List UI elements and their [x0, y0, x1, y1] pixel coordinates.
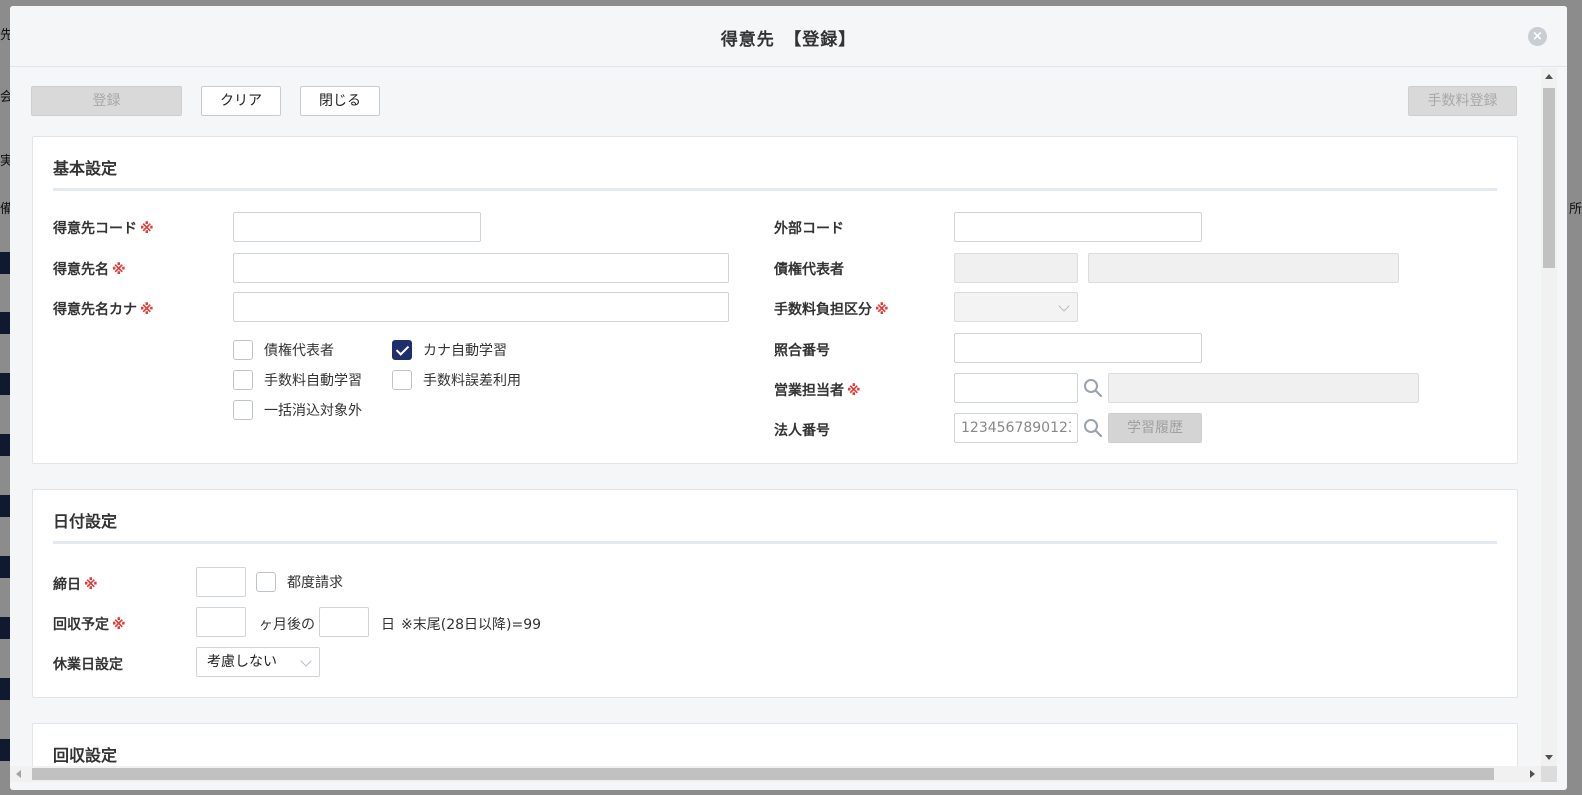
- per-invoice-checkbox[interactable]: 都度請求: [256, 572, 343, 592]
- section-divider: [53, 188, 1497, 191]
- close-icon[interactable]: ×: [1528, 27, 1547, 46]
- scroll-thumb[interactable]: [1543, 88, 1555, 268]
- section-title: 基本設定: [53, 159, 118, 178]
- claim-rep-name-field: [1088, 253, 1399, 283]
- vertical-scrollbar[interactable]: [1541, 68, 1557, 766]
- months-after-text: ヶ月後の: [259, 617, 315, 633]
- chevron-down-icon: [300, 655, 312, 667]
- matching-no-input[interactable]: [954, 333, 1202, 363]
- register-button[interactable]: 登録: [31, 86, 182, 116]
- customer-code-input[interactable]: [233, 212, 481, 242]
- section-divider: [53, 541, 1497, 544]
- checkbox-box[interactable]: [233, 370, 253, 390]
- fee-auto-checkbox[interactable]: 手数料自動学習: [233, 370, 362, 390]
- search-icon[interactable]: [1083, 378, 1103, 398]
- checkbox-box[interactable]: [233, 340, 253, 360]
- closing-day-label: 締日 ※: [53, 577, 98, 593]
- modal-body: 登録 クリア 閉じる 手数料登録 基本設定 得意先コード ※ 得意先名 ※ 得意先名…: [10, 68, 1541, 766]
- modal-header: 得意先 【登録】 ×: [10, 6, 1567, 67]
- scrollbar-corner: [1541, 766, 1557, 782]
- required-mark: ※: [140, 221, 154, 237]
- scroll-thumb[interactable]: [32, 768, 1494, 780]
- kana-auto-checkbox[interactable]: カナ自動学習: [392, 340, 507, 360]
- checkbox-box[interactable]: [256, 572, 276, 592]
- customer-kana-label: 得意先名カナ ※: [53, 302, 154, 318]
- claim-rep-label: 債権代表者: [774, 262, 844, 278]
- scroll-right-icon[interactable]: [1530, 770, 1535, 778]
- customer-code-label: 得意先コード ※: [53, 221, 154, 237]
- holiday-setting-label: 休業日設定: [53, 657, 123, 673]
- corp-no-input[interactable]: [954, 413, 1078, 443]
- collection-settings-panel: 回収設定: [32, 723, 1518, 766]
- checkbox-checked[interactable]: [392, 340, 412, 360]
- sales-rep-name-field: [1108, 373, 1419, 403]
- date-settings-panel: 日付設定 締日 ※ 都度請求 回収予定 ※ ヶ月後の 日 ※末尾(28日以降)=99…: [32, 489, 1518, 698]
- holiday-setting-select[interactable]: 考慮しない: [196, 647, 320, 677]
- corp-no-label: 法人番号: [774, 423, 830, 439]
- customer-name-input[interactable]: [233, 253, 729, 283]
- scroll-down-icon[interactable]: [1545, 755, 1553, 760]
- required-mark: ※: [875, 302, 889, 318]
- sales-rep-code-input[interactable]: [954, 373, 1078, 403]
- required-mark: ※: [112, 262, 126, 278]
- search-icon[interactable]: [1083, 418, 1103, 438]
- external-code-input[interactable]: [954, 212, 1202, 242]
- learning-history-button[interactable]: 学習履歴: [1108, 413, 1202, 443]
- fee-burden-label: 手数料負担区分 ※: [774, 302, 889, 318]
- scroll-left-icon[interactable]: [16, 770, 21, 778]
- close-button[interactable]: 閉じる: [300, 86, 380, 116]
- fee-error-checkbox[interactable]: 手数料誤差利用: [392, 370, 521, 390]
- customer-kana-input[interactable]: [233, 292, 729, 322]
- horizontal-scrollbar[interactable]: [10, 766, 1541, 782]
- scroll-up-icon[interactable]: [1545, 74, 1553, 79]
- collection-plan-label: 回収予定 ※: [53, 617, 126, 633]
- section-title: 日付設定: [53, 512, 118, 531]
- modal-title: 得意先 【登録】: [720, 30, 857, 50]
- claim-rep-checkbox[interactable]: 債権代表者: [233, 340, 334, 360]
- claim-rep-code-field: [954, 253, 1078, 283]
- required-mark: ※: [112, 617, 126, 633]
- checkbox-box[interactable]: [233, 400, 253, 420]
- day-note-text: ※末尾(28日以降)=99: [401, 617, 542, 633]
- external-code-label: 外部コード: [774, 221, 844, 237]
- checkbox-box[interactable]: [392, 370, 412, 390]
- section-title: 回収設定: [53, 746, 118, 765]
- basic-settings-panel: 基本設定 得意先コード ※ 得意先名 ※ 得意先名カナ ※ 債権代表者 カナ自動学習 …: [32, 136, 1518, 464]
- required-mark: ※: [847, 383, 861, 399]
- collection-months-input[interactable]: [196, 607, 246, 637]
- clear-button[interactable]: クリア: [201, 86, 281, 116]
- required-mark: ※: [84, 577, 98, 593]
- customer-register-modal: 得意先 【登録】 × 登録 クリア 閉じる 手数料登録 基本設定 得意先コード ※…: [10, 6, 1567, 790]
- bulk-exclude-checkbox[interactable]: 一括消込対象外: [233, 400, 362, 420]
- chevron-down-icon: [1058, 300, 1070, 312]
- fee-burden-select[interactable]: [954, 292, 1078, 322]
- sales-rep-label: 営業担当者 ※: [774, 383, 861, 399]
- day-suffix-text: 日: [381, 617, 395, 633]
- fee-register-button[interactable]: 手数料登録: [1408, 86, 1517, 116]
- required-mark: ※: [140, 302, 154, 318]
- collection-day-input[interactable]: [319, 607, 369, 637]
- matching-no-label: 照合番号: [774, 343, 830, 359]
- customer-name-label: 得意先名 ※: [53, 262, 126, 278]
- closing-day-input[interactable]: [196, 567, 246, 597]
